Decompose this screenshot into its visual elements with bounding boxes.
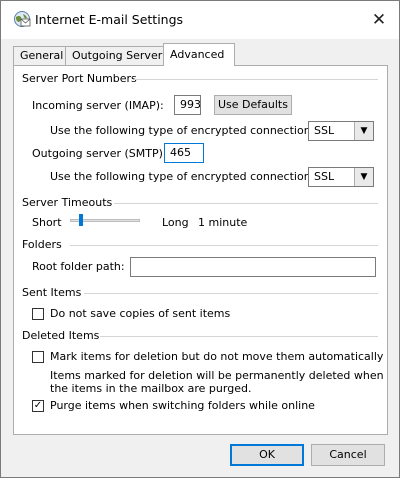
outgoing-encryption-value: SSL — [314, 170, 335, 183]
do-not-save-sent-checkbox[interactable] — [32, 308, 44, 320]
tab-outgoing-server[interactable]: Outgoing Server — [65, 46, 165, 65]
deleted-items-heading: Deleted Items — [22, 329, 100, 342]
timeout-long-label: Long — [162, 216, 189, 229]
outgoing-encryption-select[interactable]: SSL ▼ — [308, 167, 374, 187]
ok-button[interactable]: OK — [230, 444, 304, 466]
outgoing-server-label: Outgoing server (SMTP): — [32, 147, 167, 160]
advanced-tab-panel: Server Port Numbers Incoming server (IMA… — [13, 65, 388, 435]
divider — [100, 336, 378, 337]
outgoing-encryption-label: Use the following type of encrypted conn… — [50, 170, 315, 183]
timeout-short-label: Short — [32, 216, 62, 229]
incoming-encryption-label: Use the following type of encrypted conn… — [50, 124, 315, 137]
server-port-numbers-heading: Server Port Numbers — [22, 72, 137, 85]
mark-for-deletion-label: Mark items for deletion but do not move … — [50, 350, 384, 363]
divider — [84, 293, 378, 294]
incoming-encryption-select[interactable]: SSL ▼ — [308, 121, 374, 141]
server-timeout-slider-thumb[interactable] — [79, 214, 83, 226]
incoming-port-input[interactable]: 993 — [174, 95, 201, 115]
title-bar: Internet E-mail Settings ✕ — [1, 1, 399, 39]
sent-items-heading: Sent Items — [22, 286, 82, 299]
window-title: Internet E-mail Settings — [35, 12, 184, 27]
do-not-save-sent-label: Do not save copies of sent items — [50, 307, 231, 320]
checkmark-icon: ✓ — [33, 400, 43, 411]
tab-advanced[interactable]: Advanced — [163, 43, 235, 66]
purge-items-checkbox[interactable]: ✓ — [32, 400, 44, 412]
divider — [114, 203, 378, 204]
mark-for-deletion-note-line-1: Items marked for deletion will be perman… — [50, 369, 384, 382]
incoming-encryption-value: SSL — [314, 124, 335, 137]
tab-strip: General Outgoing Server Advanced — [13, 43, 387, 66]
divider — [134, 79, 378, 80]
root-folder-path-label: Root folder path: — [32, 260, 125, 273]
server-timeouts-heading: Server Timeouts — [22, 196, 113, 209]
chevron-down-icon[interactable]: ▼ — [354, 168, 373, 186]
use-defaults-button[interactable]: Use Defaults — [214, 95, 292, 115]
incoming-server-label: Incoming server (IMAP): — [32, 99, 164, 112]
timeout-value: 1 minute — [198, 216, 248, 229]
root-folder-path-input[interactable] — [130, 257, 376, 277]
mark-for-deletion-checkbox[interactable] — [32, 351, 44, 363]
close-icon[interactable]: ✕ — [365, 7, 393, 33]
chevron-down-icon[interactable]: ▼ — [354, 122, 373, 140]
outlook-globe-icon — [13, 10, 31, 28]
mark-for-deletion-note-line-2: the items in the mailbox are purged. — [50, 382, 252, 395]
outgoing-port-input[interactable]: 465 — [164, 143, 204, 163]
purge-items-label: Purge items when switching folders while… — [50, 399, 315, 412]
internet-email-settings-dialog: Internet E-mail Settings ✕ General Outgo… — [0, 0, 400, 478]
divider — [70, 245, 378, 246]
tab-general[interactable]: General — [13, 46, 67, 65]
folders-heading: Folders — [22, 238, 62, 251]
cancel-button[interactable]: Cancel — [311, 444, 385, 466]
